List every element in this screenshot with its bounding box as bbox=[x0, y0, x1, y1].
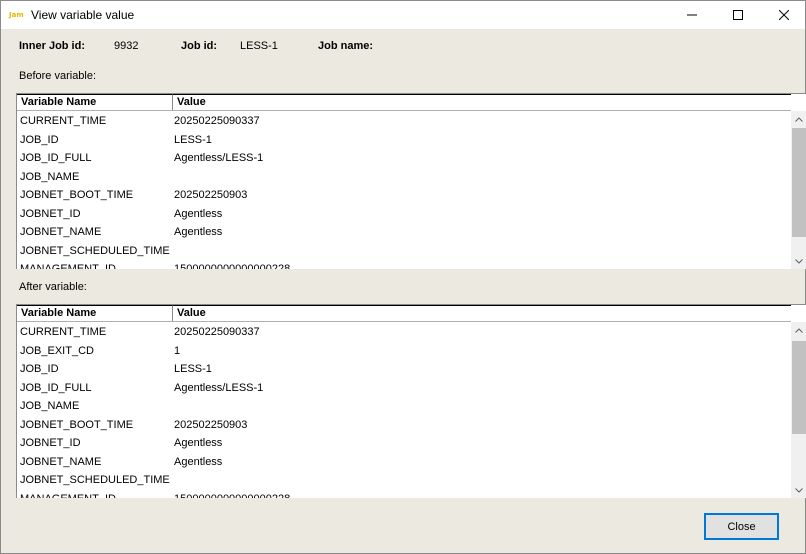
table-row[interactable]: JOB_EXIT_CD 1 bbox=[17, 342, 791, 360]
table-row[interactable]: CURRENT_TIME 20250225090337 bbox=[17, 112, 791, 130]
minimize-button[interactable] bbox=[669, 1, 715, 29]
column-header-value[interactable]: Value bbox=[173, 94, 791, 110]
variable-value-cell: 202502250903 bbox=[174, 189, 248, 201]
close-icon bbox=[779, 10, 789, 20]
variable-name-cell: CURRENT_TIME bbox=[20, 115, 107, 127]
table-row[interactable]: JOBNET_SCHEDULED_TIME bbox=[17, 471, 791, 489]
variable-value-cell: Agentless bbox=[174, 455, 223, 468]
variable-value-cell: LESS-1 bbox=[174, 133, 212, 146]
table-row[interactable]: MANAGEMENT_ID 1500000000000000228 bbox=[17, 490, 791, 499]
table-row[interactable]: JOB_ID LESS-1 bbox=[17, 360, 791, 378]
variable-value-cell: 20250225090337 bbox=[174, 326, 260, 338]
variable-value-cell: 1500000000000000228 bbox=[174, 490, 290, 499]
table-row[interactable]: JOBNET_BOOT_TIME 202502250903 bbox=[17, 186, 791, 204]
variable-value-cell: 1500000000000000228 bbox=[174, 263, 291, 269]
minimize-icon bbox=[687, 14, 697, 16]
table-row[interactable]: JOB_ID LESS-1 bbox=[17, 131, 791, 149]
before-variable-label: Before variable: bbox=[19, 70, 97, 82]
before-variable-grid[interactable]: Variable Name Value CURRENT_TIME 20250225… bbox=[16, 93, 806, 269]
variable-value-cell: 1 bbox=[174, 344, 181, 357]
variable-name-cell: JOBNET_ID bbox=[20, 207, 81, 220]
chevron-down-icon bbox=[795, 488, 803, 493]
scroll-down-button[interactable] bbox=[791, 482, 806, 498]
job-name-label: Job name: bbox=[318, 40, 374, 52]
table-row[interactable]: JOB_ID_FULL Agentless/LESS-1 bbox=[17, 379, 791, 397]
variable-name-cell: JOB_ID bbox=[20, 133, 59, 146]
variable-value-cell: LESS-1 bbox=[174, 363, 212, 375]
scroll-up-button[interactable] bbox=[791, 322, 806, 339]
variable-name-cell: MANAGEMENT_ID bbox=[20, 263, 116, 269]
scroll-up-button[interactable] bbox=[791, 111, 806, 128]
job-id-label: Job id: bbox=[181, 40, 218, 52]
chevron-down-icon bbox=[795, 259, 803, 264]
table-row[interactable]: JOBNET_ID Agentless bbox=[17, 434, 791, 452]
variable-value-cell: 20250225090337 bbox=[174, 115, 260, 127]
grid-header: Variable Name Value bbox=[17, 94, 791, 111]
variable-name-cell: JOB_ID_FULL bbox=[20, 381, 92, 394]
table-row[interactable]: MANAGEMENT_ID 1500000000000000228 bbox=[17, 260, 791, 269]
variable-name-cell: JOBNET_SCHEDULED_TIME bbox=[20, 244, 170, 257]
variable-value-cell: Agentless bbox=[174, 226, 223, 238]
table-row[interactable]: JOB_NAME bbox=[17, 397, 791, 415]
close-window-button[interactable] bbox=[761, 1, 806, 29]
variable-name-cell: JOB_ID_FULL bbox=[20, 152, 92, 164]
variable-value-cell: Agentless bbox=[174, 207, 223, 220]
variable-name-cell: JOBNET_BOOT_TIME bbox=[20, 418, 134, 431]
column-header-variable-name[interactable]: Variable Name bbox=[17, 305, 173, 321]
grid-header: Variable Name Value bbox=[17, 305, 791, 322]
column-header-value[interactable]: Value bbox=[173, 305, 791, 321]
maximize-icon bbox=[733, 10, 743, 20]
close-button[interactable]: Close bbox=[704, 513, 779, 540]
maximize-button[interactable] bbox=[715, 1, 761, 29]
variable-name-cell: MANAGEMENT_ID bbox=[20, 490, 116, 499]
view-variable-window: Jam View variable value Inner Job id: 99… bbox=[0, 0, 806, 554]
variable-value-cell: Agentless/LESS-1 bbox=[174, 381, 264, 394]
inner-job-id-label: Inner Job id: bbox=[19, 40, 85, 52]
table-row[interactable]: JOBNET_ID Agentless bbox=[17, 205, 791, 223]
variable-name-cell: JOBNET_NAME bbox=[20, 455, 102, 468]
after-variable-label: After variable: bbox=[19, 281, 87, 293]
variable-name-cell: JOB_ID bbox=[20, 363, 59, 375]
scroll-thumb[interactable] bbox=[792, 128, 806, 237]
vertical-scrollbar[interactable] bbox=[791, 111, 806, 269]
table-row[interactable]: CURRENT_TIME 20250225090337 bbox=[17, 323, 791, 341]
table-row[interactable]: JOB_ID_FULL Agentless/LESS-1 bbox=[17, 149, 791, 167]
inner-job-id-value: 9932 bbox=[114, 40, 139, 52]
table-row[interactable]: JOBNET_SCHEDULED_TIME bbox=[17, 242, 791, 260]
window-title: View variable value bbox=[31, 8, 135, 22]
column-header-variable-name[interactable]: Variable Name bbox=[17, 94, 173, 110]
chevron-up-icon bbox=[795, 117, 803, 122]
variable-value-cell: 202502250903 bbox=[174, 418, 248, 431]
job-id-value: LESS-1 bbox=[240, 40, 278, 52]
scroll-down-button[interactable] bbox=[791, 253, 806, 269]
variable-name-cell: JOBNET_ID bbox=[20, 437, 81, 449]
app-icon: Jam bbox=[9, 11, 24, 19]
variable-value-cell: Agentless bbox=[174, 437, 223, 449]
variable-name-cell: JOBNET_NAME bbox=[20, 226, 102, 238]
title-bar: Jam View variable value bbox=[1, 1, 805, 29]
table-row[interactable]: JOBNET_NAME Agentless bbox=[17, 453, 791, 471]
variable-name-cell: JOBNET_SCHEDULED_TIME bbox=[20, 474, 170, 486]
table-row[interactable]: JOBNET_NAME Agentless bbox=[17, 223, 791, 241]
variable-name-cell: CURRENT_TIME bbox=[20, 326, 107, 338]
scroll-thumb[interactable] bbox=[792, 341, 806, 434]
variable-value-cell: Agentless/LESS-1 bbox=[174, 152, 264, 164]
table-row[interactable]: JOBNET_BOOT_TIME 202502250903 bbox=[17, 416, 791, 434]
chevron-up-icon bbox=[795, 328, 803, 333]
after-variable-grid[interactable]: Variable Name Value CURRENT_TIME 20250225… bbox=[16, 304, 806, 498]
table-row[interactable]: JOB_NAME bbox=[17, 168, 791, 186]
variable-name-cell: JOB_EXIT_CD bbox=[20, 344, 94, 357]
variable-name-cell: JOB_NAME bbox=[20, 170, 80, 183]
variable-name-cell: JOB_NAME bbox=[20, 400, 80, 412]
variable-name-cell: JOBNET_BOOT_TIME bbox=[20, 189, 134, 201]
vertical-scrollbar[interactable] bbox=[791, 322, 806, 498]
